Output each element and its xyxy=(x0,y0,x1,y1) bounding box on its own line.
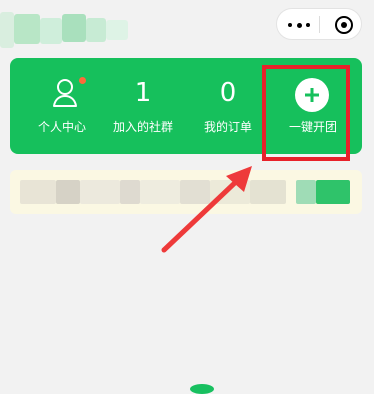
my-orders-label: 我的订单 xyxy=(203,120,252,134)
mini-program-capsule xyxy=(276,8,362,40)
joined-communities-button[interactable]: 1 加入的社群 xyxy=(103,58,183,154)
my-orders-button[interactable]: 0 我的订单 xyxy=(188,58,268,154)
user-icon xyxy=(53,79,77,107)
highlight-box xyxy=(262,65,350,161)
blurred-notice-bar xyxy=(10,170,362,214)
notification-dot xyxy=(79,77,86,84)
mini-program-close-icon[interactable] xyxy=(335,16,353,34)
my-orders-count: 0 xyxy=(219,78,237,108)
more-dots-icon[interactable] xyxy=(288,22,310,28)
bottom-element-peek xyxy=(190,384,214,394)
personal-center-button[interactable]: 个人中心 xyxy=(22,58,102,154)
personal-center-label: 个人中心 xyxy=(37,120,86,134)
capsule-divider xyxy=(319,16,320,33)
blurred-title xyxy=(0,8,140,48)
joined-communities-label: 加入的社群 xyxy=(112,120,173,134)
joined-communities-count: 1 xyxy=(134,78,152,108)
